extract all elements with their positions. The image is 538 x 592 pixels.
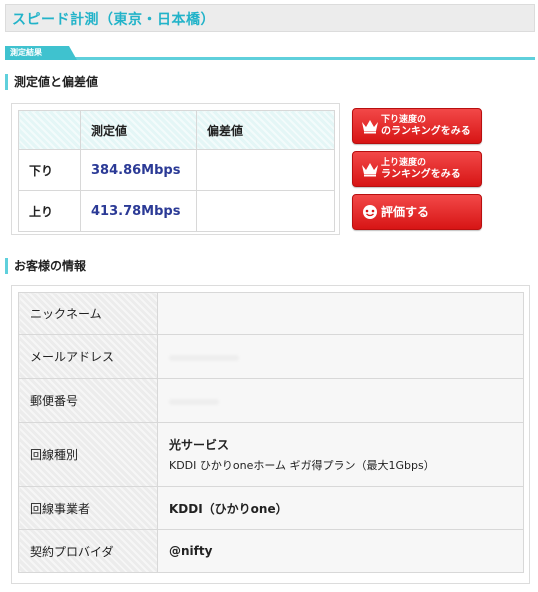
down-ranking-button[interactable]: 下り速度の のランキングをみる [352, 108, 482, 144]
email-value [157, 334, 524, 379]
crown-icon [362, 120, 378, 134]
tab-results[interactable]: 測定結果 [5, 46, 77, 60]
nickname-value [157, 292, 524, 335]
table-row: 契約プロバイダ @nifty [18, 529, 524, 573]
up-ranking-line1: 上り速度の [381, 158, 427, 168]
line-type-value: 光サービス KDDI ひかりoneホーム ギガ得プラン（最大1Gbps） [157, 422, 524, 487]
up-speed-value: 413.78Mbps [80, 190, 197, 232]
page-header: スピード計測（東京・日本橋） [5, 4, 535, 32]
customer-table: ニックネーム メールアドレス 郵便番号 回線種別 光サービス KDDI ひかりo… [18, 292, 524, 573]
line-type-main: 光サービス [169, 438, 230, 452]
page-title: スピード計測（東京・日本橋） [12, 12, 215, 28]
down-ranking-line2: のランキングをみる [381, 126, 471, 137]
speech-bubble-icon [363, 205, 377, 219]
up-ranking-button[interactable]: 上り速度の ランキングをみる [352, 151, 482, 187]
customer-heading: お客様の情報 [5, 258, 305, 274]
postal-code-key: 郵便番号 [18, 378, 158, 423]
rate-button[interactable]: 評価する [352, 194, 482, 230]
down-speed-value: 384.86Mbps [80, 149, 197, 191]
email-key: メールアドレス [18, 334, 158, 379]
measurement-heading: 測定値と偏差値 [5, 74, 305, 90]
redacted-postal [169, 398, 219, 405]
crown-icon [362, 163, 378, 177]
table-row: 回線種別 光サービス KDDI ひかりoneホーム ギガ得プラン（最大1Gbps… [18, 422, 524, 487]
rate-label: 評価する [381, 205, 430, 219]
row-label-up: 上り [18, 190, 81, 232]
measurement-panel: 測定値 偏差値 下り 384.86Mbps 上り 413.78Mbps [11, 103, 340, 235]
table-row: 上り 413.78Mbps [18, 190, 335, 232]
table-row: 下り 384.86Mbps [18, 149, 335, 191]
measurement-table: 測定値 偏差値 下り 384.86Mbps 上り 413.78Mbps [18, 110, 335, 232]
table-row: ニックネーム [18, 292, 524, 335]
tab-strip: 測定結果 [5, 46, 535, 60]
measurement-header-row: 測定値 偏差値 [18, 110, 335, 150]
table-row: 回線事業者 KDDI（ひかりone） [18, 486, 524, 530]
line-type-key: 回線種別 [18, 422, 158, 487]
down-deviation-value [196, 149, 335, 191]
down-ranking-line1: 下り速度の [381, 115, 427, 125]
line-type-plan: KDDI ひかりoneホーム ギガ得プラン（最大1Gbps） [169, 459, 435, 472]
up-ranking-label: 上り速度の ランキングをみる [381, 157, 461, 181]
header-blank [18, 110, 81, 150]
provider-key: 契約プロバイダ [18, 529, 158, 573]
carrier-key: 回線事業者 [18, 486, 158, 530]
down-ranking-label: 下り速度の のランキングをみる [381, 114, 471, 138]
postal-code-value [157, 378, 524, 423]
row-label-down: 下り [18, 149, 81, 191]
table-row: 郵便番号 [18, 378, 524, 423]
carrier-value: KDDI（ひかりone） [157, 486, 524, 530]
up-ranking-line2: ランキングをみる [381, 169, 461, 180]
provider-value: @nifty [157, 529, 524, 573]
header-measured: 測定値 [80, 110, 197, 150]
table-row: メールアドレス [18, 334, 524, 379]
header-deviation: 偏差値 [196, 110, 335, 150]
nickname-key: ニックネーム [18, 292, 158, 335]
customer-panel: ニックネーム メールアドレス 郵便番号 回線種別 光サービス KDDI ひかりo… [11, 285, 530, 584]
up-deviation-value [196, 190, 335, 232]
redacted-email [169, 354, 239, 361]
